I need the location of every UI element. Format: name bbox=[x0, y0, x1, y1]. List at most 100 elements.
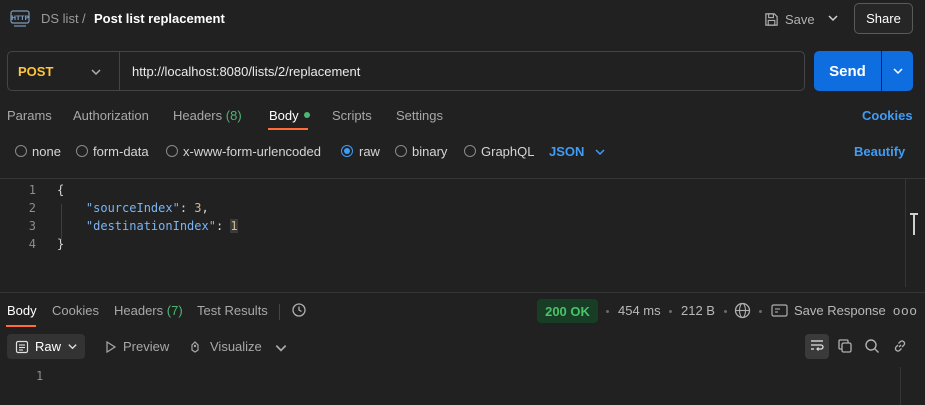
radio-urlencoded[interactable] bbox=[166, 145, 178, 157]
radio-urlencoded-label[interactable]: x-www-form-urlencoded bbox=[183, 144, 321, 159]
code-text: } bbox=[57, 237, 65, 251]
header-bar: HTTP DS list / Post list replacement Sav… bbox=[0, 0, 925, 38]
chevron-down-icon bbox=[892, 68, 903, 75]
wrap-lines-icon bbox=[811, 340, 824, 351]
chevron-down-icon[interactable] bbox=[594, 146, 606, 158]
tab-settings[interactable]: Settings bbox=[396, 108, 443, 123]
tab-authorization[interactable]: Authorization bbox=[73, 108, 149, 123]
code-text: "destinationIndex": 1 bbox=[57, 219, 238, 233]
tab-scripts[interactable]: Scripts bbox=[332, 108, 372, 123]
copy-icon[interactable] bbox=[837, 338, 853, 354]
radio-raw[interactable] bbox=[341, 145, 353, 157]
url-bar: POST http://localhost:8080/lists/2/repla… bbox=[7, 51, 805, 91]
line-number: 4 bbox=[28, 237, 36, 251]
wrap-lines-button[interactable] bbox=[805, 334, 829, 359]
search-icon[interactable] bbox=[864, 338, 880, 354]
play-icon bbox=[106, 340, 117, 354]
share-button[interactable]: Share bbox=[854, 3, 913, 34]
response-scrollbar[interactable] bbox=[900, 367, 912, 405]
editor-line: 2 "sourceIndex": 3, bbox=[0, 201, 905, 219]
tab-test-results[interactable]: Test Results bbox=[197, 303, 268, 318]
tab-params[interactable]: Params bbox=[7, 108, 52, 123]
editor-line: 1 { bbox=[0, 183, 905, 201]
json-value: 3 bbox=[194, 201, 202, 215]
json-colon: : bbox=[215, 219, 231, 233]
save-response-button[interactable]: Save Response bbox=[794, 303, 886, 318]
page-title[interactable]: Post list replacement bbox=[94, 11, 225, 26]
tab-headers[interactable]: Headers (8) bbox=[173, 108, 242, 123]
line-number: 2 bbox=[28, 201, 36, 215]
url-input[interactable]: http://localhost:8080/lists/2/replacemen… bbox=[132, 64, 360, 79]
preview-button[interactable]: Preview bbox=[123, 339, 169, 354]
editor-line: 4 } bbox=[0, 237, 905, 255]
cookies-link[interactable]: Cookies bbox=[862, 108, 913, 123]
line-number: 1 bbox=[36, 369, 44, 383]
json-value: 1 bbox=[230, 219, 238, 233]
modified-dot-icon bbox=[303, 112, 310, 118]
active-tab-indicator bbox=[268, 128, 308, 130]
dot-separator bbox=[724, 310, 727, 313]
chevron-down-icon bbox=[68, 344, 77, 350]
line-number: 3 bbox=[28, 219, 36, 233]
document-icon bbox=[15, 340, 29, 353]
json-key: "sourceIndex" bbox=[85, 201, 180, 215]
http-request-icon: HTTP bbox=[10, 10, 30, 27]
send-button[interactable]: Send bbox=[814, 51, 881, 91]
save-label: Save bbox=[785, 11, 815, 27]
tab-body[interactable]: Body bbox=[269, 108, 310, 123]
visualize-button[interactable]: Visualize bbox=[210, 339, 262, 354]
save-response-icon bbox=[771, 304, 788, 317]
link-icon[interactable] bbox=[892, 338, 908, 354]
response-time[interactable]: 454 ms bbox=[618, 303, 661, 318]
divider bbox=[279, 304, 280, 320]
status-badge: 200 OK bbox=[537, 299, 598, 323]
format-select[interactable]: JSON bbox=[549, 144, 584, 159]
beautify-button[interactable]: Beautify bbox=[854, 144, 905, 159]
tab-body-label: Body bbox=[269, 108, 299, 123]
chevron-down-icon[interactable] bbox=[90, 66, 102, 78]
active-tab-indicator bbox=[6, 325, 36, 327]
dot-separator bbox=[669, 310, 672, 313]
visualize-icon bbox=[191, 341, 199, 353]
response-panel: Body Cookies Headers (7) Test Results 20… bbox=[0, 292, 925, 405]
save-button[interactable]: Save bbox=[764, 9, 815, 29]
radio-binary-label[interactable]: binary bbox=[412, 144, 447, 159]
text-cursor-icon bbox=[910, 213, 918, 235]
radio-none-label[interactable]: none bbox=[32, 144, 61, 159]
line-number: 1 bbox=[28, 183, 36, 197]
method-select[interactable]: POST bbox=[18, 64, 53, 79]
more-options-icon[interactable]: ooo bbox=[893, 303, 918, 318]
radio-none[interactable] bbox=[15, 145, 27, 157]
body-editor[interactable]: 1 { 2 "sourceIndex": 3, 3 "destinationIn… bbox=[0, 178, 925, 288]
breadcrumb-parent[interactable]: DS list bbox=[41, 11, 79, 26]
tab-response-body[interactable]: Body bbox=[7, 303, 37, 318]
tab-headers-count: (8) bbox=[225, 108, 242, 123]
radio-form-data[interactable] bbox=[76, 145, 88, 157]
globe-icon[interactable] bbox=[734, 302, 751, 319]
code-text: { bbox=[57, 183, 65, 197]
send-options-button[interactable] bbox=[882, 51, 913, 91]
tab-response-headers[interactable]: Headers (7) bbox=[114, 303, 183, 318]
svg-text:HTTP: HTTP bbox=[11, 15, 29, 22]
chevron-down-icon[interactable] bbox=[274, 341, 288, 355]
raw-view-select[interactable]: Raw bbox=[7, 334, 85, 359]
radio-form-data-label[interactable]: form-data bbox=[93, 144, 149, 159]
body-type-row: none form-data x-www-form-urlencoded raw… bbox=[0, 140, 925, 164]
history-icon[interactable] bbox=[291, 302, 307, 318]
save-icon bbox=[765, 12, 778, 26]
dot-separator bbox=[606, 310, 609, 313]
url-divider bbox=[119, 52, 120, 90]
tab-response-headers-count: (7) bbox=[166, 303, 183, 318]
radio-raw-label[interactable]: raw bbox=[359, 144, 380, 159]
tab-headers-label: Headers bbox=[173, 108, 223, 123]
chevron-down-icon[interactable] bbox=[827, 12, 839, 24]
radio-binary[interactable] bbox=[395, 145, 407, 157]
json-key: "destinationIndex" bbox=[85, 219, 216, 233]
radio-graphql[interactable] bbox=[464, 145, 476, 157]
tab-response-cookies[interactable]: Cookies bbox=[52, 303, 99, 318]
code-text: "sourceIndex": 3, bbox=[57, 201, 209, 215]
editor-line: 3 "destinationIndex": 1 bbox=[0, 219, 905, 237]
radio-graphql-label[interactable]: GraphQL bbox=[481, 144, 534, 159]
response-size[interactable]: 212 B bbox=[681, 303, 715, 318]
raw-label: Raw bbox=[35, 339, 62, 354]
